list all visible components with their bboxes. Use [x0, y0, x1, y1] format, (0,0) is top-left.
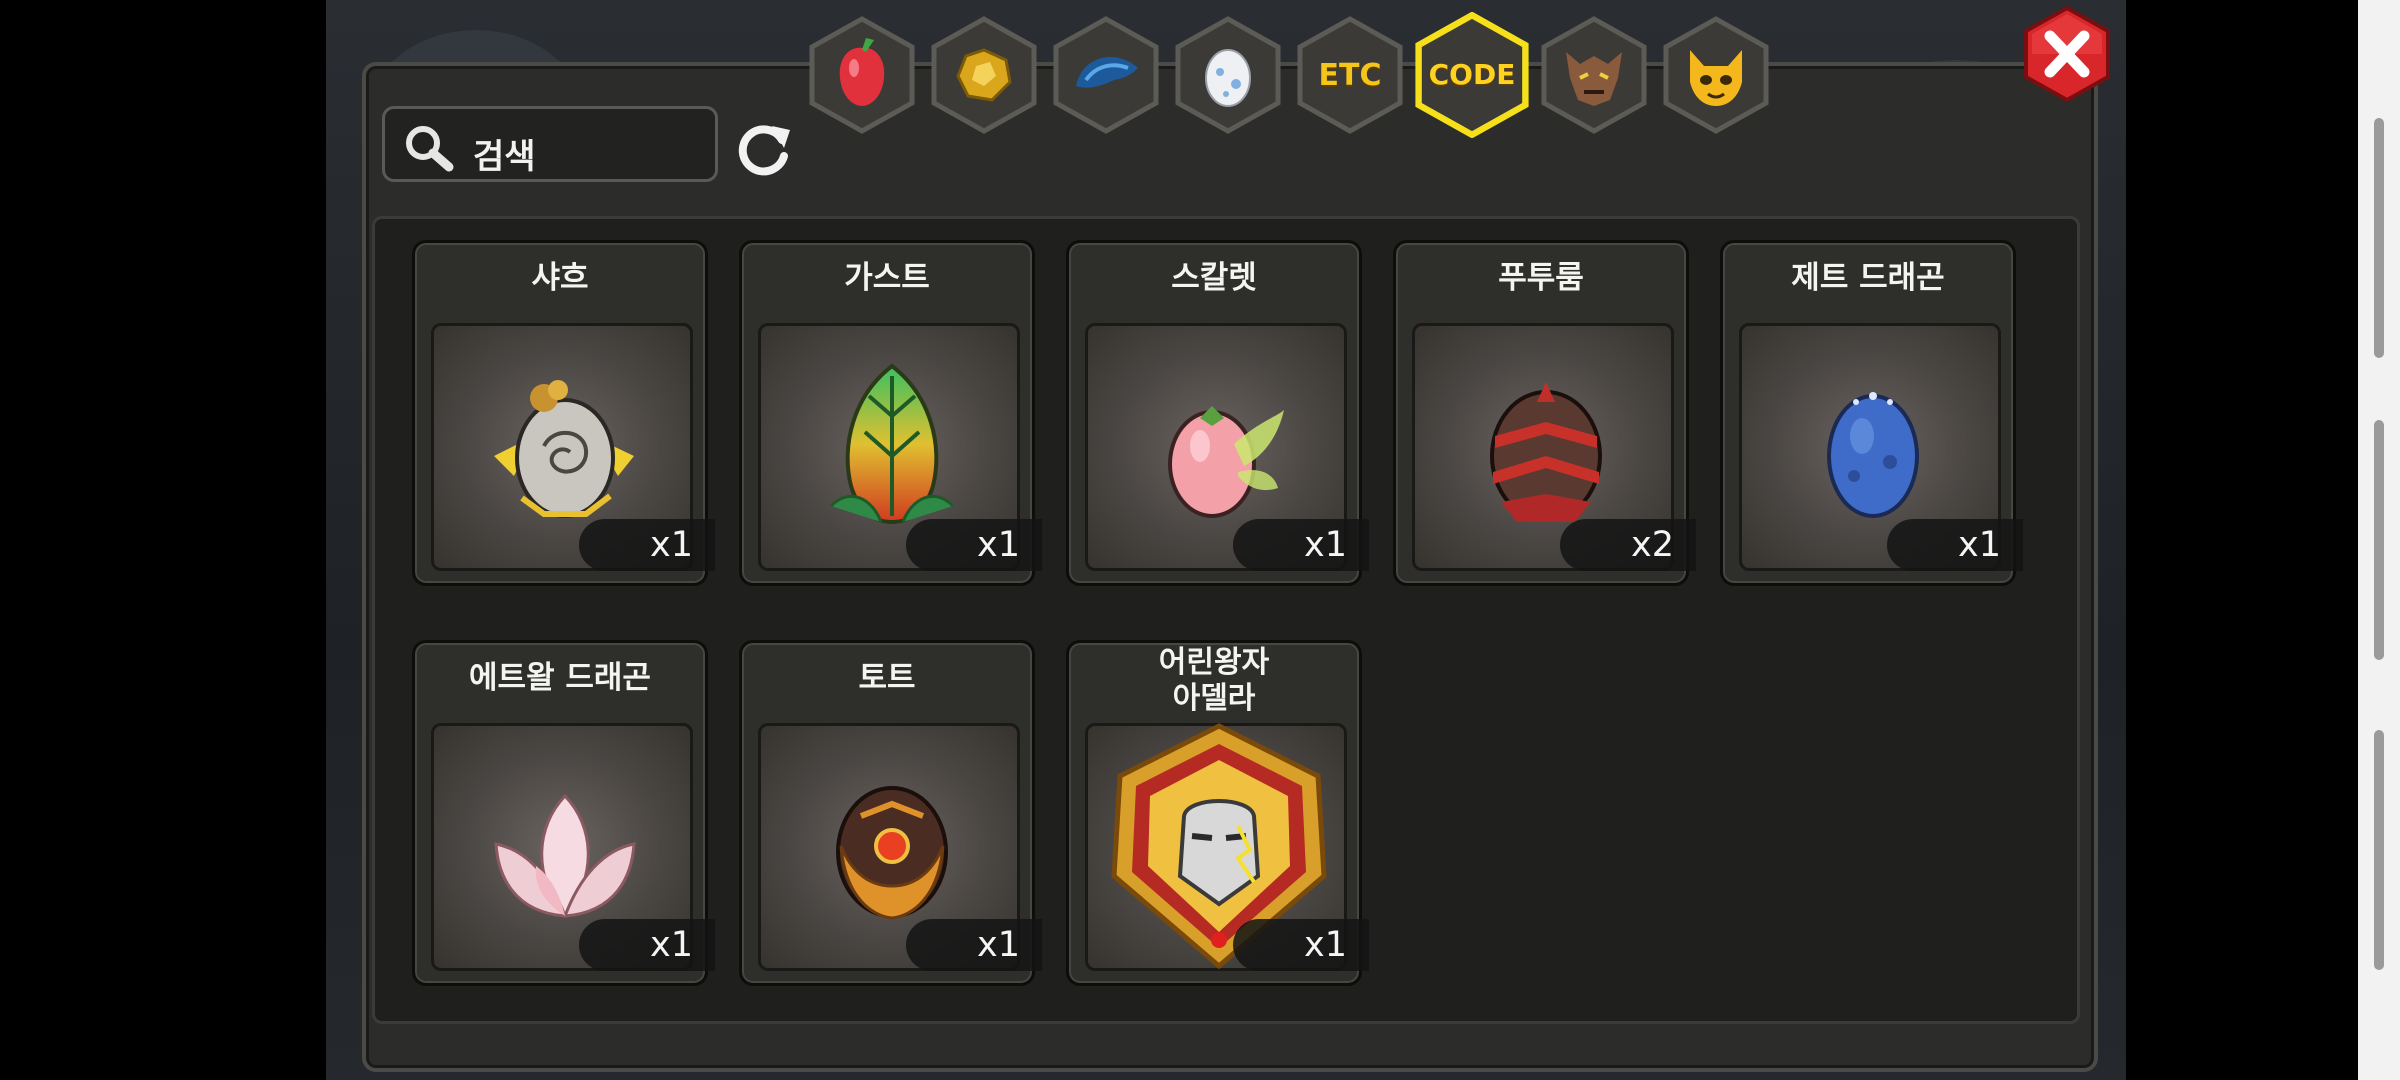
- item-count: x1: [1233, 519, 1369, 571]
- werewolf-icon: [1541, 16, 1647, 134]
- item-name: 푸투룸: [1498, 260, 1584, 296]
- gold-ore-icon: [931, 16, 1037, 134]
- cat-mask-icon: [1663, 16, 1769, 134]
- item-card[interactable]: 제트 드래곤 x1: [1720, 240, 2023, 586]
- item-name: 어린왕자 아델라: [1069, 645, 1359, 717]
- item-count: x1: [1887, 519, 2023, 571]
- close-icon: [2024, 5, 2110, 103]
- item-count: x1: [579, 919, 715, 971]
- scroll-thumb-1[interactable]: [2374, 118, 2384, 358]
- item-name-line-1: 어린왕자: [1158, 645, 1270, 680]
- item-count: x2: [1560, 519, 1696, 571]
- item-name: 토트: [858, 660, 916, 696]
- item-card[interactable]: 푸투룸 x2: [1393, 240, 1696, 586]
- tab-cat-mask[interactable]: [1662, 16, 1770, 134]
- item-card[interactable]: 어린왕자 아델라 x1: [1066, 640, 1369, 986]
- item-card[interactable]: 토트 x1: [739, 640, 1042, 986]
- item-card[interactable]: 에트왈 드래곤 x1: [412, 640, 715, 986]
- item-name: 에트왈 드래곤: [469, 660, 651, 696]
- tab-fruit[interactable]: [808, 16, 916, 134]
- item-count: x1: [906, 519, 1042, 571]
- close-button[interactable]: [2022, 4, 2112, 104]
- item-count: x1: [579, 519, 715, 571]
- item-card[interactable]: 샤흐 x1: [412, 240, 715, 586]
- item-name-line-2: 아델라: [1172, 681, 1256, 716]
- scroll-thumb-2[interactable]: [2374, 420, 2384, 660]
- scrollbar[interactable]: [2358, 0, 2400, 1080]
- tab-gold-ore[interactable]: [930, 16, 1038, 134]
- scroll-thumb-3[interactable]: [2374, 730, 2384, 970]
- search-input[interactable]: 검색: [382, 106, 718, 182]
- tab-code-label: CODE: [1428, 58, 1516, 91]
- item-count: x1: [906, 919, 1042, 971]
- tab-blue-scale[interactable]: [1052, 16, 1160, 134]
- refresh-icon: [738, 125, 790, 176]
- item-count: x1: [1233, 919, 1369, 971]
- blue-scale-icon: [1053, 16, 1159, 134]
- item-name: 가스트: [844, 260, 930, 296]
- tab-code[interactable]: CODE: [1414, 12, 1530, 138]
- item-name: 샤흐: [531, 260, 589, 296]
- tab-etc[interactable]: ETC: [1296, 16, 1404, 134]
- search-placeholder: 검색: [473, 137, 536, 177]
- search-icon: [406, 126, 454, 172]
- item-name: 스칼렛: [1171, 260, 1257, 296]
- item-name: 제트 드래곤: [1791, 260, 1945, 296]
- refresh-button[interactable]: [732, 116, 796, 180]
- tab-egg[interactable]: [1174, 16, 1282, 134]
- tab-etc-label: ETC: [1318, 58, 1382, 93]
- item-card[interactable]: 스칼렛 x1: [1066, 240, 1369, 586]
- egg-icon: [1175, 16, 1281, 134]
- item-card[interactable]: 가스트 x1: [739, 240, 1042, 586]
- fruit-icon: [809, 16, 915, 134]
- tab-werewolf[interactable]: [1540, 16, 1648, 134]
